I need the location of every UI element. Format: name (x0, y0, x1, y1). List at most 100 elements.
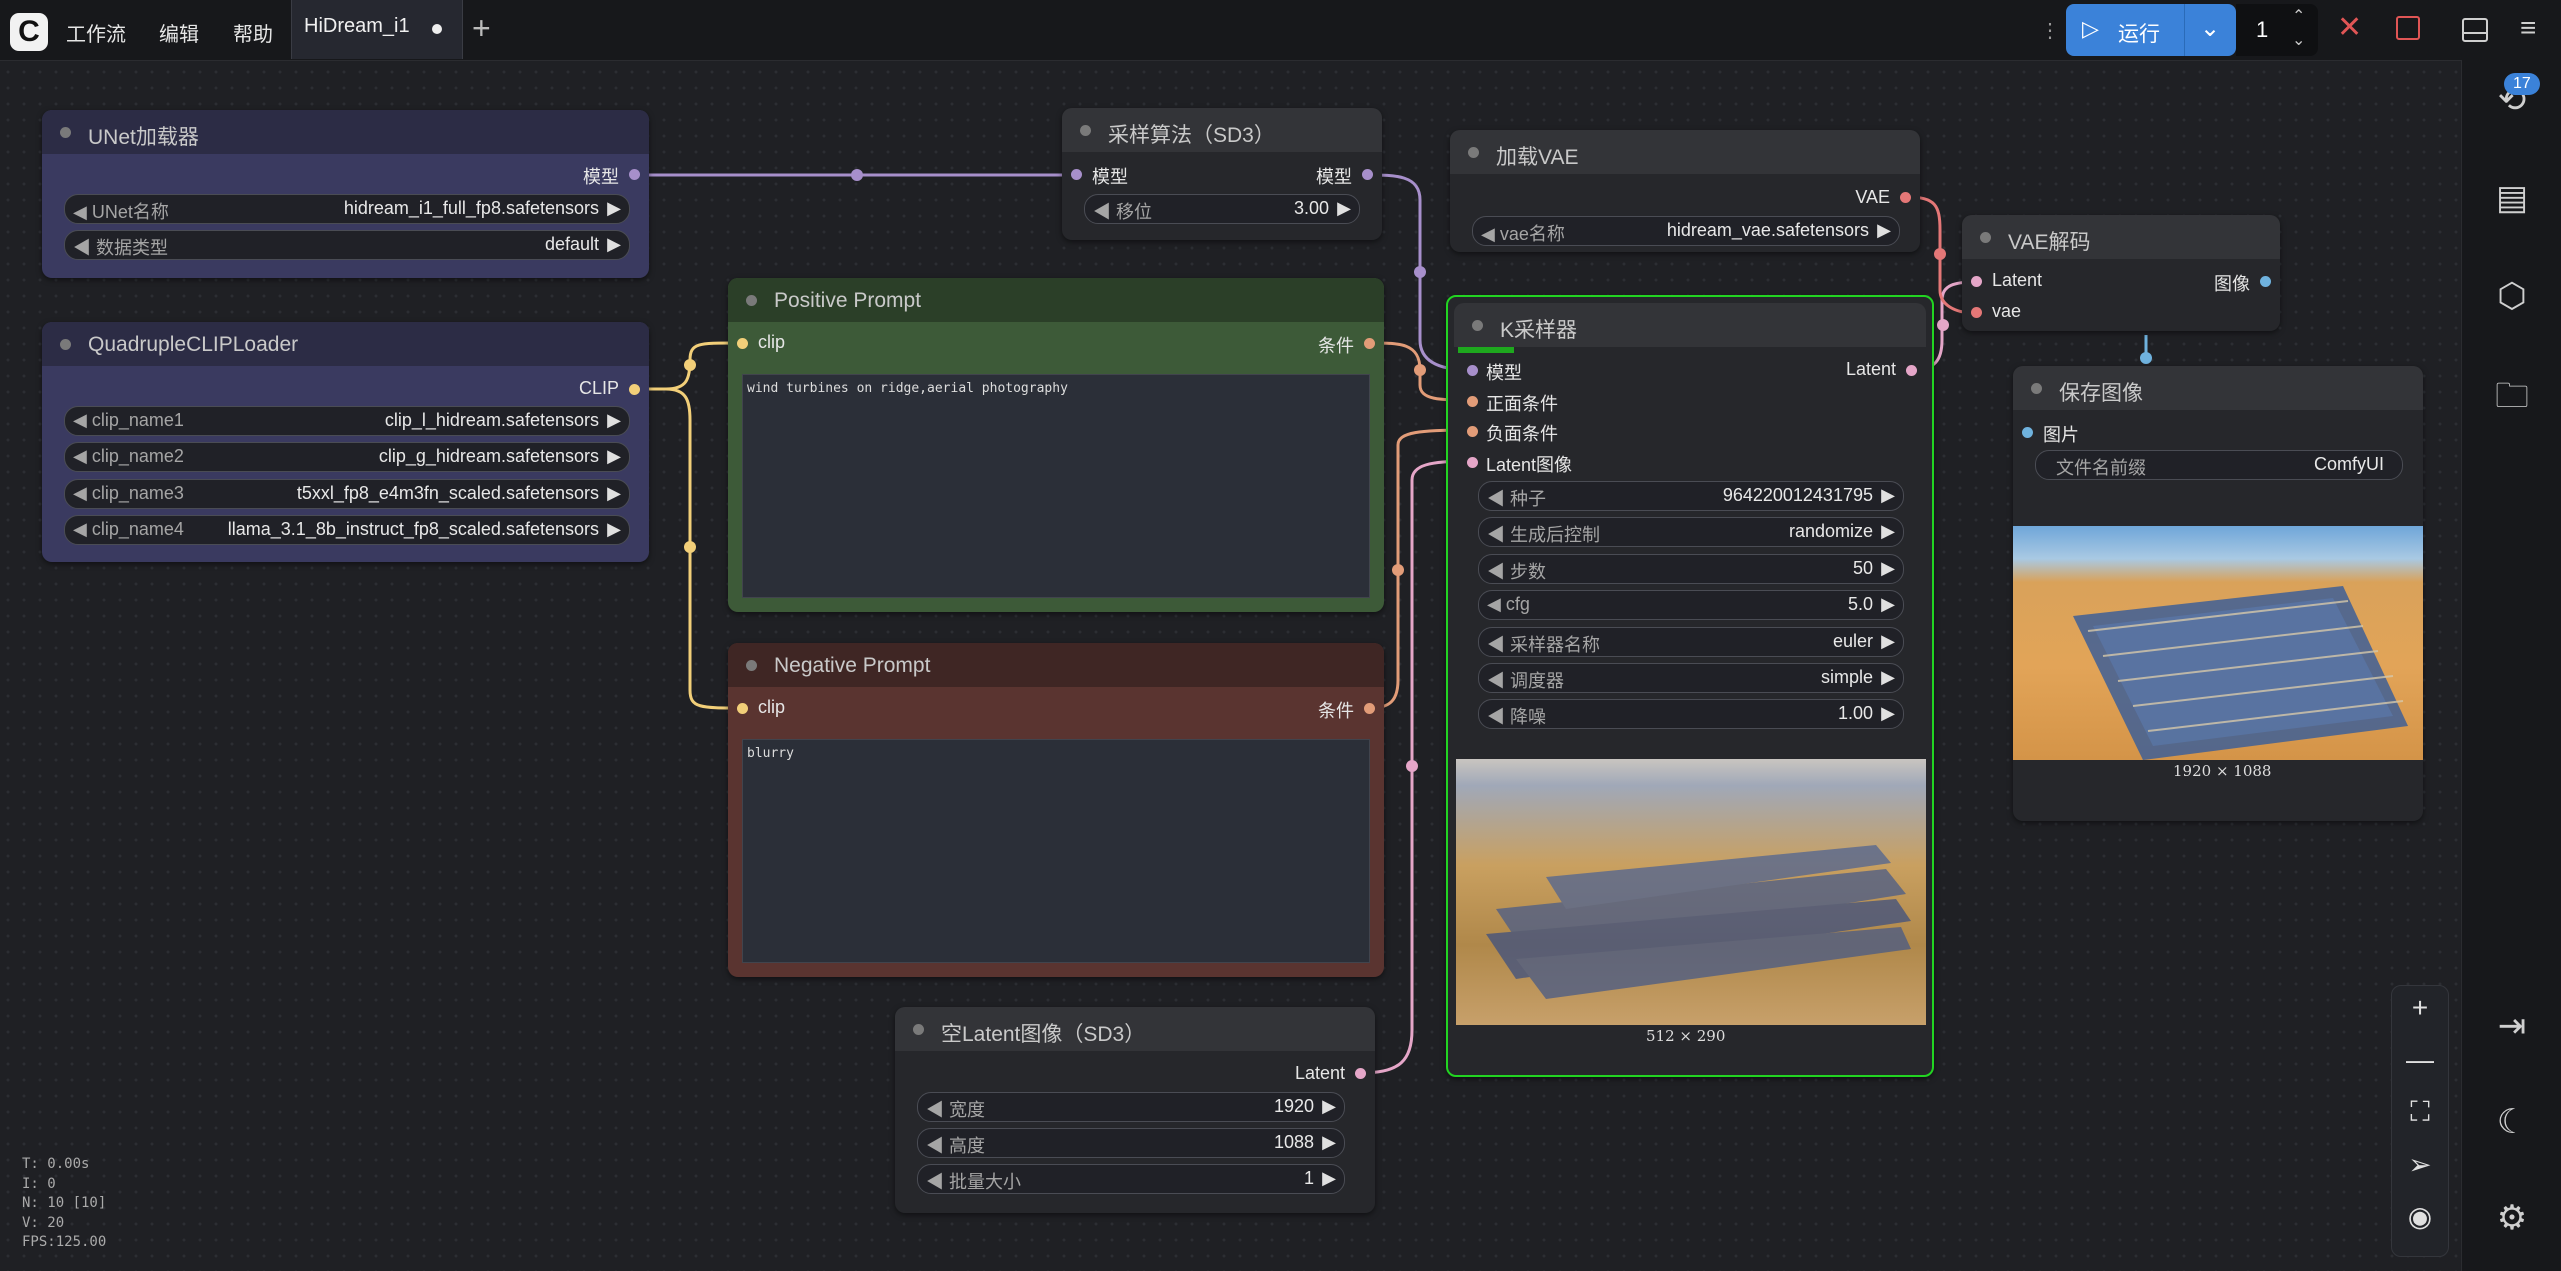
input-positive-socket[interactable] (1467, 396, 1478, 407)
node-vae-decode[interactable]: VAE解码 Latent vae 图像 (1962, 215, 2280, 331)
widget-height[interactable]: ◀ 高度 1088 ▶ (917, 1128, 1345, 1158)
widget-clip-name2[interactable]: ◀ clip_name2 clip_g_hidream.safetensors … (64, 442, 630, 472)
widget-clip-name3[interactable]: ◀ clip_name3 t5xxl_fp8_e4m3fn_scaled.saf… (64, 479, 630, 509)
collapse-dot-icon[interactable] (1080, 125, 1091, 136)
output-latent-label: Latent (1845, 359, 1896, 379)
output-image-socket[interactable] (2260, 276, 2271, 287)
node-positive-prompt[interactable]: Positive Prompt clip 条件 wind turbines on… (728, 278, 1384, 612)
widget-unet-name[interactable]: ◀ UNet名称 hidream_i1_full_fp8.safetensors… (64, 194, 630, 224)
arrow-right-icon[interactable]: ▶ (607, 483, 621, 504)
arrow-right-icon[interactable]: ▶ (1881, 594, 1895, 615)
collapse-dot-icon[interactable] (1472, 320, 1483, 331)
node-title-bar[interactable]: 保存图像 (2013, 366, 2423, 410)
arrow-right-icon[interactable]: ▶ (1322, 1132, 1336, 1153)
node-title-bar[interactable]: 空Latent图像（SD3） (895, 1007, 1375, 1051)
output-latent-socket[interactable] (1906, 365, 1917, 376)
widget-clip-name4[interactable]: ◀ clip_name4 llama_3.1_8b_instruct_fp8_s… (64, 515, 630, 545)
arrow-right-icon[interactable]: ▶ (607, 234, 621, 255)
arrow-right-icon[interactable]: ▶ (1881, 558, 1895, 579)
widget-clip-name1[interactable]: ◀ clip_name1 clip_l_hidream.safetensors … (64, 406, 630, 436)
node-save-image[interactable]: 保存图像 图片 文件名前缀 ComfyUI 1920 × 1088 (2013, 366, 2423, 821)
widget-sampler-name[interactable]: ◀ 采样器名称 euler ▶ (1478, 627, 1904, 657)
widget-dtype[interactable]: ◀ 数据类型 default ▶ (64, 230, 630, 260)
node-title-bar[interactable]: UNet加载器 (42, 110, 649, 154)
arrow-right-icon[interactable]: ▶ (1877, 220, 1891, 241)
navigate-icon[interactable]: ➢ (2392, 1148, 2448, 1181)
eye-icon[interactable]: ◉ (2392, 1200, 2448, 1233)
node-title-bar[interactable]: Negative Prompt (728, 643, 1384, 687)
prompt-textarea[interactable]: blurry (742, 739, 1370, 963)
widget-vae-name[interactable]: ◀ vae名称 hidream_vae.safetensors ▶ (1472, 216, 1900, 246)
node-quadruple-clip-loader[interactable]: QuadrupleCLIPLoader CLIP ◀ clip_name1 cl… (42, 322, 649, 562)
arrow-right-icon[interactable]: ▶ (1881, 521, 1895, 542)
arrow-right-icon[interactable]: ▶ (1322, 1096, 1336, 1117)
widget-control-after-generate[interactable]: ◀ 生成后控制 randomize ▶ (1478, 517, 1904, 547)
arrow-right-icon[interactable]: ▶ (1881, 703, 1895, 724)
input-latent-socket[interactable] (1971, 276, 1982, 287)
node-unet-loader[interactable]: UNet加载器 模型 ◀ UNet名称 hidream_i1_full_fp8.… (42, 110, 649, 278)
widget-batch-size[interactable]: ◀ 批量大小 1 ▶ (917, 1164, 1345, 1194)
input-clip-socket[interactable] (737, 703, 748, 714)
node-title-bar[interactable]: K采样器 (1454, 303, 1926, 347)
arrow-right-icon[interactable]: ▶ (1881, 631, 1895, 652)
collapse-dot-icon[interactable] (60, 127, 71, 138)
arrow-right-icon[interactable]: ▶ (1881, 485, 1895, 506)
node-negative-prompt[interactable]: Negative Prompt clip 条件 blurry (728, 643, 1384, 977)
output-conditioning-socket[interactable] (1364, 703, 1375, 714)
widget-value: hidream_vae.safetensors (1666, 220, 1869, 240)
collapse-dot-icon[interactable] (1980, 232, 1991, 243)
widget-width[interactable]: ◀ 宽度 1920 ▶ (917, 1092, 1345, 1122)
arrow-right-icon[interactable]: ▶ (1337, 198, 1351, 219)
output-conditioning-socket[interactable] (1364, 338, 1375, 349)
prompt-textarea[interactable]: wind turbines on ridge,aerial photograph… (742, 374, 1370, 598)
input-clip-socket[interactable] (737, 338, 748, 349)
collapse-dot-icon[interactable] (2031, 383, 2042, 394)
node-title-bar[interactable]: QuadrupleCLIPLoader (42, 322, 649, 366)
widget-value: 3.00 (1293, 198, 1329, 218)
widget-seed[interactable]: ◀ 种子 964220012431795 ▶ (1478, 481, 1904, 511)
zoom-in-icon[interactable]: + (2392, 992, 2448, 1024)
arrow-right-icon[interactable]: ▶ (1322, 1168, 1336, 1189)
input-image-socket[interactable] (2022, 427, 2033, 438)
zoom-out-icon[interactable]: — (2392, 1044, 2448, 1076)
link-reroute-dot (1934, 248, 1946, 260)
widget-scheduler[interactable]: ◀ 调度器 simple ▶ (1478, 663, 1904, 693)
node-title-bar[interactable]: Positive Prompt (728, 278, 1384, 322)
widget-denoise[interactable]: ◀ 降噪 1.00 ▶ (1478, 699, 1904, 729)
input-model-socket[interactable] (1467, 365, 1478, 376)
node-title: UNet加载器 (88, 126, 199, 149)
output-model-socket[interactable] (1362, 169, 1373, 180)
arrow-right-icon[interactable]: ▶ (607, 410, 621, 431)
input-vae-label: vae (1992, 301, 2022, 321)
collapse-dot-icon[interactable] (746, 660, 757, 671)
widget-filename-prefix[interactable]: 文件名前缀 ComfyUI (2035, 450, 2403, 480)
arrow-right-icon[interactable]: ▶ (607, 446, 621, 467)
input-vae-socket[interactable] (1971, 307, 1982, 318)
arrow-right-icon[interactable]: ▶ (607, 519, 621, 540)
node-title-bar[interactable]: 采样算法（SD3） (1062, 108, 1382, 152)
output-model-socket[interactable] (629, 169, 640, 180)
widget-cfg[interactable]: ◀ cfg 5.0 ▶ (1478, 590, 1904, 620)
collapse-dot-icon[interactable] (746, 295, 757, 306)
node-load-vae[interactable]: 加载VAE VAE ◀ vae名称 hidream_vae.safetensor… (1450, 130, 1920, 252)
node-empty-latent-sd3[interactable]: 空Latent图像（SD3） Latent ◀ 宽度 1920 ▶ ◀ 高度 1… (895, 1007, 1375, 1213)
node-ksampler[interactable]: K采样器 模型 Latent 正面条件 负面条件 Latent图像 ◀ 种子 9… (1446, 295, 1934, 1077)
collapse-dot-icon[interactable] (913, 1024, 924, 1035)
node-title-bar[interactable]: 加载VAE (1450, 130, 1920, 174)
output-clip-socket[interactable] (629, 384, 640, 395)
widget-steps[interactable]: ◀ 步数 50 ▶ (1478, 554, 1904, 584)
output-vae-socket[interactable] (1900, 192, 1911, 203)
node-title-bar[interactable]: VAE解码 (1962, 215, 2280, 259)
arrow-right-icon[interactable]: ▶ (607, 198, 621, 219)
preview-solar-rows (1486, 845, 1911, 999)
output-latent-socket[interactable] (1355, 1068, 1366, 1079)
input-latent-socket[interactable] (1467, 457, 1478, 468)
fit-view-icon[interactable]: ⛶ (2392, 1096, 2448, 1129)
collapse-dot-icon[interactable] (1468, 147, 1479, 158)
widget-shift[interactable]: ◀ 移位 3.00 ▶ (1084, 194, 1360, 224)
input-negative-socket[interactable] (1467, 426, 1478, 437)
node-model-sampling-sd3[interactable]: 采样算法（SD3） 模型 模型 ◀ 移位 3.00 ▶ (1062, 108, 1382, 240)
arrow-right-icon[interactable]: ▶ (1881, 667, 1895, 688)
collapse-dot-icon[interactable] (60, 339, 71, 350)
input-model-socket[interactable] (1071, 169, 1082, 180)
